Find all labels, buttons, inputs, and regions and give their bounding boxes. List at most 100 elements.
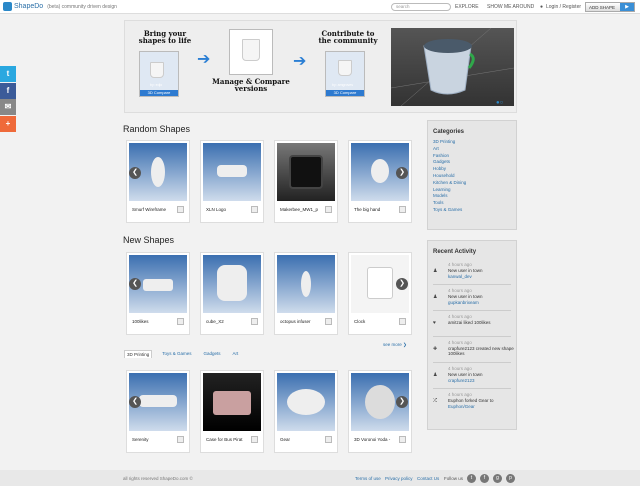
shape-image: [277, 143, 335, 201]
shape-card[interactable]: 3D Voronoi Yoda -: [348, 370, 412, 453]
tab-3d-printing[interactable]: 3D Printing: [124, 350, 153, 358]
avatar: [325, 206, 332, 213]
avatar: [177, 436, 184, 443]
category-link[interactable]: Toys & Games: [433, 207, 516, 214]
hero-left-thumb[interactable]: by: edjo 3D Compare: [139, 51, 179, 97]
contact-link[interactable]: Contact Us: [417, 476, 439, 481]
shape-card[interactable]: octopus infuser: [274, 252, 338, 335]
see-more-link[interactable]: see more ❯: [383, 342, 407, 348]
shape-card[interactable]: Makerbee_MW1_p: [274, 140, 338, 223]
shape-figure: [367, 267, 393, 299]
category-link[interactable]: Learning: [433, 187, 516, 194]
shape-card[interactable]: Serenity: [126, 370, 190, 453]
show-around-link[interactable]: SHOW ME AROUND: [487, 4, 534, 10]
activity-text: amitzai liked 100likes: [448, 320, 491, 325]
copyright-text: all rights reserved ShapeDo.com ©: [123, 476, 193, 481]
shape-figure: [151, 157, 165, 187]
pinterest-icon[interactable]: p: [506, 474, 515, 483]
hero-right-thumb[interactable]: by: amgroves 3D Compare: [325, 51, 365, 97]
activity-item: ⤮ 4 hours ago Euphon forked Gear to Euph…: [433, 389, 511, 415]
shape-name: 3D Voronoi Yoda -: [354, 437, 391, 442]
fork-icon: ⤮: [433, 398, 438, 404]
avatar: [251, 206, 258, 213]
hero-3d-viewer[interactable]: [390, 27, 515, 107]
categories-panel: Categories 3D Printing Art Fashion Gadge…: [427, 120, 517, 230]
user-icon: ♟: [433, 372, 438, 378]
tab-gadgets[interactable]: Gadgets: [202, 350, 223, 358]
activity-text: crapfure2123 created new shape 100likes: [448, 346, 514, 356]
tagline: (beta) community driven design: [47, 3, 117, 10]
shape-card[interactable]: XLN Logo: [200, 140, 264, 223]
search-input[interactable]: search: [391, 3, 451, 11]
activity-item: ✚ 4 hours ago crapfure2123 created new s…: [433, 337, 514, 363]
shape-figure: [371, 159, 389, 183]
tab-art[interactable]: Art: [231, 350, 241, 358]
category-link[interactable]: Models: [433, 193, 516, 200]
categories-title: Categories: [433, 129, 465, 135]
carousel-prev-button[interactable]: ❮: [129, 278, 141, 290]
hero-left-by: by: edjo: [150, 83, 163, 87]
shape-figure: [143, 279, 173, 291]
shape-image: [203, 143, 261, 201]
twitter-icon[interactable]: t: [0, 66, 16, 82]
add-shape-button[interactable]: ADD SHAPE ▶: [585, 2, 635, 12]
hero-banner: Bring your shapes to life by: edjo 3D Co…: [124, 20, 517, 113]
shape-name: octopus infuser: [280, 319, 311, 324]
hero-right-bar: 3D Compare: [326, 90, 364, 96]
carousel-prev-button[interactable]: ❮: [129, 167, 141, 179]
plus-icon: ✚: [433, 346, 438, 352]
activity-time: 4 hours ago: [448, 314, 472, 319]
facebook-icon[interactable]: f: [480, 474, 489, 483]
activity-user-link[interactable]: Euphon/Gear: [448, 404, 475, 409]
category-link[interactable]: Gadgets: [433, 159, 516, 166]
shape-card[interactable]: Case for Bus Pirat: [200, 370, 264, 453]
shape-card[interactable]: Clock: [348, 252, 412, 335]
login-link[interactable]: Login / Register: [546, 4, 581, 10]
activity-user-link[interactable]: kanwal_dev: [448, 274, 472, 279]
tab-toys-games[interactable]: Toys & Games: [160, 350, 193, 358]
shape-card[interactable]: Smurf Wireframe: [126, 140, 190, 223]
carousel-next-button[interactable]: ❯: [396, 278, 408, 290]
activity-user-link[interactable]: gupkanbrixeam: [448, 300, 479, 305]
shape-card[interactable]: The big hand: [348, 140, 412, 223]
activity-item: ♟ 4 hours ago New user in town crapfure2…: [433, 363, 511, 389]
facebook-icon[interactable]: f: [0, 83, 16, 99]
activity-item: ♟ 4 hours ago New user in town kanwal_de…: [433, 259, 511, 285]
activity-user-link[interactable]: crapfure2123: [448, 378, 475, 383]
privacy-link[interactable]: Privacy policy: [385, 476, 413, 481]
explore-link[interactable]: EXPLORE: [455, 4, 479, 10]
google-plus-icon[interactable]: g: [493, 474, 502, 483]
avatar: [177, 206, 184, 213]
category-link[interactable]: Hobby: [433, 166, 516, 173]
terms-link[interactable]: Terms of use: [355, 476, 381, 481]
category-link[interactable]: 3D Printing: [433, 139, 516, 146]
carousel-dots[interactable]: ●○: [496, 100, 503, 106]
email-icon[interactable]: ✉: [0, 99, 16, 115]
twitter-icon[interactable]: t: [467, 474, 476, 483]
shape-card[interactable]: 100likes: [126, 252, 190, 335]
random-shapes-title: Random Shapes: [123, 124, 191, 134]
hero-mid-thumb[interactable]: [229, 29, 273, 75]
arrow-icon: ➔: [293, 53, 307, 70]
carousel-next-button[interactable]: ❯: [396, 396, 408, 408]
logo[interactable]: ShapeDo (beta) community driven design: [3, 2, 117, 11]
category-link[interactable]: Household: [433, 173, 516, 180]
hero-left-title: Bring your shapes to life: [135, 30, 195, 44]
share-plus-icon[interactable]: +: [0, 116, 16, 132]
category-link[interactable]: Art: [433, 146, 516, 153]
avatar: [325, 436, 332, 443]
category-link[interactable]: Kitchen & Dining: [433, 180, 516, 187]
shape-card[interactable]: Gear: [274, 370, 338, 453]
category-link[interactable]: Tools: [433, 200, 516, 207]
carousel-prev-button[interactable]: ❮: [129, 396, 141, 408]
cup-3d-render: [390, 27, 515, 107]
hero-right-title-line2: the community: [318, 36, 378, 45]
shape-card[interactable]: cube_X2: [200, 252, 264, 335]
shape-name: The big hand: [354, 207, 381, 212]
hero-right-title: Contribute to the community: [315, 30, 381, 44]
hero-left-bar: 3D Compare: [140, 90, 178, 96]
category-link[interactable]: Fashion: [433, 153, 516, 160]
shape-figure: [301, 271, 311, 297]
carousel-next-button[interactable]: ❯: [396, 167, 408, 179]
shape-figure: [213, 391, 251, 415]
